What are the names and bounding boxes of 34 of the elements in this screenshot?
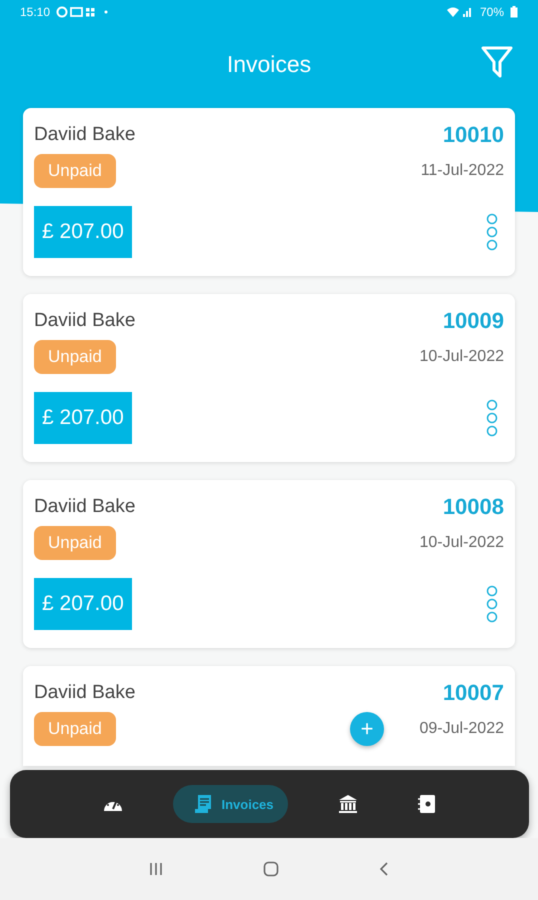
battery-icon bbox=[510, 6, 518, 18]
invoice-number: 10007 bbox=[442, 680, 504, 706]
customer-name: Daviid Bake bbox=[34, 682, 136, 704]
status-badge: Unpaid bbox=[34, 340, 116, 374]
invoice-card[interactable]: Daviid Bake 10009 Unpaid 10-Jul-2022 £ 207.00 bbox=[23, 294, 515, 462]
customer-name: Daviid Bake bbox=[34, 496, 136, 518]
receipt-icon bbox=[193, 794, 214, 814]
invoice-date: 10-Jul-2022 bbox=[420, 534, 504, 552]
signal-icon bbox=[446, 6, 474, 18]
contact-book-icon bbox=[418, 794, 436, 814]
invoice-date: 10-Jul-2022 bbox=[420, 348, 504, 366]
invoice-amount: £ 207.00 bbox=[34, 578, 132, 630]
status-time: 15:10 bbox=[20, 5, 50, 19]
nav-tab[interactable]: Invoices bbox=[173, 785, 288, 823]
invoice-number: 10008 bbox=[442, 494, 504, 520]
back-icon[interactable] bbox=[379, 861, 389, 877]
home-icon[interactable] bbox=[263, 861, 279, 877]
invoice-card[interactable]: Daviid Bake 10008 Unpaid 10-Jul-2022 £ 207.00 bbox=[23, 480, 515, 648]
page-title: Invoices bbox=[226, 50, 312, 78]
customer-name: Daviid Bake bbox=[34, 310, 136, 332]
status-badge: Unpaid bbox=[34, 712, 116, 746]
invoice-card[interactable]: Daviid Bake 10010 Unpaid 11-Jul-2022 £ 207.00 bbox=[23, 108, 515, 276]
invoice-amount: £ 207.00 bbox=[34, 206, 132, 258]
customer-name: Daviid Bake bbox=[34, 124, 136, 146]
invoice-number: 10009 bbox=[442, 308, 504, 334]
recent-apps-icon[interactable] bbox=[149, 862, 163, 876]
bank-icon bbox=[338, 794, 358, 814]
invoice-date: 09-Jul-2022 bbox=[420, 720, 504, 738]
invoice-date: 11-Jul-2022 bbox=[420, 162, 504, 180]
invoice-number: 10010 bbox=[442, 122, 504, 148]
status-badge: Unpaid bbox=[34, 154, 116, 188]
battery-level: 70% bbox=[480, 5, 504, 19]
status-badge: Unpaid bbox=[34, 526, 116, 560]
invoice-amount: £ 207.00 bbox=[34, 392, 132, 444]
